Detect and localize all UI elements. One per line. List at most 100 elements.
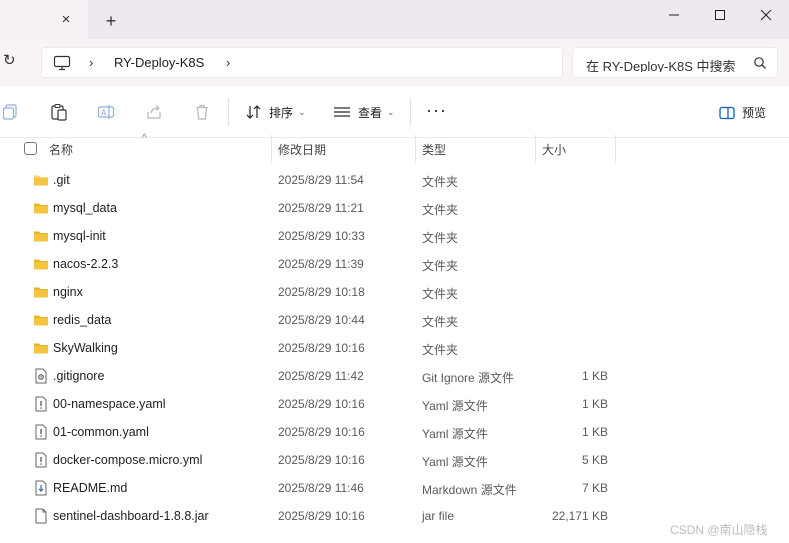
- folder-icon: [34, 287, 48, 298]
- file-type: 文件夹: [422, 203, 459, 217]
- column-header: ^ 名称 修改日期 类型 大小: [0, 133, 789, 163]
- address-bar: ↻ › RY-Deploy-K8S › 在 RY-Deploy-K8S 中搜索: [0, 39, 789, 86]
- config-file-icon: [35, 368, 47, 384]
- file-name: README.md: [53, 481, 128, 495]
- sort-label: 排序: [269, 105, 294, 120]
- file-type: 文件夹: [422, 175, 459, 189]
- file-name: mysql_data: [53, 201, 117, 215]
- folder-icon: [34, 231, 48, 242]
- sort-button[interactable]: 排序 ⌄: [245, 100, 306, 124]
- minimize-icon: [669, 14, 679, 16]
- file-name: .git: [53, 173, 70, 187]
- minimize-button[interactable]: [651, 0, 697, 30]
- file-size: 5 KB: [581, 453, 608, 467]
- table-row[interactable]: README.md 2025/8/29 11:46 Markdown 源文件 7…: [0, 474, 789, 502]
- yaml-file-icon: [35, 424, 47, 440]
- file-type: 文件夹: [422, 315, 459, 329]
- file-list: .git 2025/8/29 11:54 文件夹 mysql_data 2025…: [0, 166, 789, 530]
- file-name: mysql-init: [53, 229, 106, 243]
- file-name: 01-common.yaml: [53, 425, 149, 439]
- file-size: 1 KB: [581, 397, 608, 411]
- table-row[interactable]: mysql-init 2025/8/29 10:33 文件夹: [0, 222, 789, 250]
- breadcrumb[interactable]: › RY-Deploy-K8S ›: [41, 47, 563, 78]
- file-name: sentinel-dashboard-1.8.8.jar: [53, 509, 209, 523]
- file-modified: 2025/8/29 11:46: [278, 481, 364, 495]
- preview-pane-icon: [719, 106, 735, 119]
- file-type: 文件夹: [422, 231, 459, 245]
- column-divider[interactable]: [415, 135, 416, 163]
- table-row[interactable]: .git 2025/8/29 11:54 文件夹: [0, 166, 789, 194]
- more-options-button[interactable]: ···: [426, 100, 447, 121]
- preview-label: 预览: [742, 106, 767, 120]
- file-type: jar file: [422, 509, 455, 523]
- close-icon: [760, 9, 772, 21]
- breadcrumb-separator[interactable]: ›: [89, 55, 93, 70]
- chevron-down-icon: ⌄: [298, 106, 306, 117]
- command-bar: A 排序 ⌄ 查看 ⌄ ···: [0, 86, 789, 138]
- table-row[interactable]: nginx 2025/8/29 10:18 文件夹: [0, 278, 789, 306]
- column-divider[interactable]: [535, 135, 536, 163]
- close-window-button[interactable]: [743, 0, 789, 30]
- file-name: .gitignore: [53, 369, 105, 383]
- file-size: 1 KB: [581, 425, 608, 439]
- file-type: Yaml 源文件: [422, 399, 488, 413]
- column-size[interactable]: 大小: [542, 141, 566, 158]
- table-row[interactable]: mysql_data 2025/8/29 11:21 文件夹: [0, 194, 789, 222]
- file-modified: 2025/8/29 10:44: [278, 313, 365, 327]
- file-name: nginx: [53, 285, 83, 299]
- folder-icon: [34, 203, 48, 214]
- tab-close-button[interactable]: ×: [58, 12, 74, 28]
- file-type: 文件夹: [422, 287, 459, 301]
- search-input[interactable]: 在 RY-Deploy-K8S 中搜索: [572, 47, 778, 78]
- file-modified: 2025/8/29 10:16: [278, 397, 365, 411]
- watermark: CSDN @南山隐栈: [670, 523, 768, 537]
- yaml-file-icon: [35, 452, 47, 468]
- file-name: nacos-2.2.3: [53, 257, 119, 271]
- refresh-icon[interactable]: ↻: [3, 53, 19, 69]
- column-modified[interactable]: 修改日期: [278, 141, 326, 158]
- active-tab[interactable]: ×: [0, 0, 88, 39]
- table-row[interactable]: SkyWalking 2025/8/29 10:16 文件夹: [0, 334, 789, 362]
- toolbar-divider: [410, 98, 411, 126]
- file-modified: 2025/8/29 10:33: [278, 229, 365, 243]
- maximize-button[interactable]: [697, 0, 743, 30]
- share-icon[interactable]: [145, 103, 163, 121]
- column-name[interactable]: 名称: [49, 141, 73, 158]
- preview-pane-button[interactable]: 预览: [719, 104, 766, 121]
- paste-icon[interactable]: [50, 103, 68, 121]
- delete-icon[interactable]: [193, 103, 211, 121]
- select-all-checkbox[interactable]: [24, 142, 37, 155]
- table-row[interactable]: docker-compose.micro.yml 2025/8/29 10:16…: [0, 446, 789, 474]
- search-placeholder: 在 RY-Deploy-K8S 中搜索: [586, 59, 736, 72]
- column-type[interactable]: 类型: [422, 141, 446, 158]
- breadcrumb-folder[interactable]: RY-Deploy-K8S: [114, 55, 204, 70]
- view-label: 查看: [358, 105, 383, 120]
- column-divider[interactable]: [271, 135, 272, 163]
- copy-icon[interactable]: [2, 103, 20, 121]
- search-icon: [754, 57, 766, 69]
- table-row[interactable]: 01-common.yaml 2025/8/29 10:16 Yaml 源文件 …: [0, 418, 789, 446]
- breadcrumb-separator[interactable]: ›: [226, 55, 230, 70]
- new-tab-button[interactable]: +: [102, 12, 120, 30]
- table-row[interactable]: .gitignore 2025/8/29 11:42 Git Ignore 源文…: [0, 362, 789, 390]
- file-modified: 2025/8/29 10:16: [278, 509, 365, 523]
- file-modified: 2025/8/29 10:16: [278, 425, 365, 439]
- folder-icon: [34, 259, 48, 270]
- table-row[interactable]: redis_data 2025/8/29 10:44 文件夹: [0, 306, 789, 334]
- table-row[interactable]: 00-namespace.yaml 2025/8/29 10:16 Yaml 源…: [0, 390, 789, 418]
- file-modified: 2025/8/29 10:16: [278, 453, 365, 467]
- maximize-icon: [715, 10, 725, 20]
- view-button[interactable]: 查看 ⌄: [333, 100, 395, 124]
- rename-icon[interactable]: A: [97, 103, 115, 121]
- file-type: Yaml 源文件: [422, 455, 488, 469]
- sort-ascending-icon: ^: [142, 133, 147, 144]
- file-modified: 2025/8/29 11:21: [278, 201, 364, 215]
- table-row[interactable]: nacos-2.2.3 2025/8/29 11:39 文件夹: [0, 250, 789, 278]
- svg-text:A: A: [101, 109, 107, 118]
- computer-icon: [53, 55, 71, 71]
- column-divider[interactable]: [615, 135, 616, 163]
- folder-icon: [34, 175, 48, 186]
- folder-icon: [34, 343, 48, 354]
- sort-icon: [246, 105, 261, 119]
- file-type: Yaml 源文件: [422, 427, 488, 441]
